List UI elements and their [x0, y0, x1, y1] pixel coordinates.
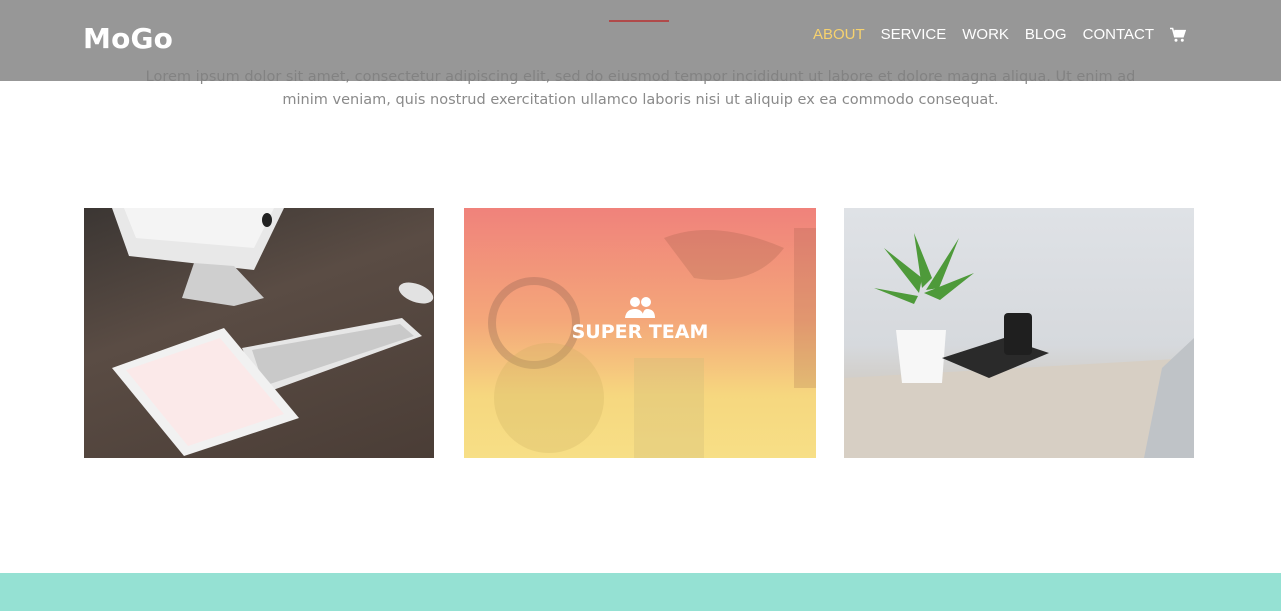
nav-work[interactable]: WORK [962, 26, 1009, 43]
nav-contact[interactable]: CONTACT [1083, 26, 1154, 43]
site-header: MoGo ABOUT SERVICE WORK BLOG CONTACT [0, 0, 1281, 81]
nav-blog[interactable]: BLOG [1025, 26, 1067, 43]
nav-service[interactable]: SERVICE [881, 26, 947, 43]
footer-band [0, 573, 1281, 611]
image-card-super-team[interactable]: SUPER TEAM [464, 208, 816, 458]
nav-about[interactable]: ABOUT [813, 26, 865, 43]
logo[interactable]: MoGo [83, 22, 173, 55]
image-card-desk[interactable] [84, 208, 434, 458]
intro-line-2: minim veniam, quis nostrud exercitation … [282, 92, 999, 108]
shopping-cart-icon[interactable] [1170, 27, 1187, 43]
desk-computer-image [112, 208, 434, 456]
main-nav: ABOUT SERVICE WORK BLOG CONTACT [797, 26, 1187, 43]
super-team-label: SUPER TEAM [571, 321, 709, 343]
section-title-underline [609, 20, 669, 22]
desk-plant-image [844, 233, 1194, 458]
image-card-plant-desk[interactable] [844, 208, 1194, 458]
